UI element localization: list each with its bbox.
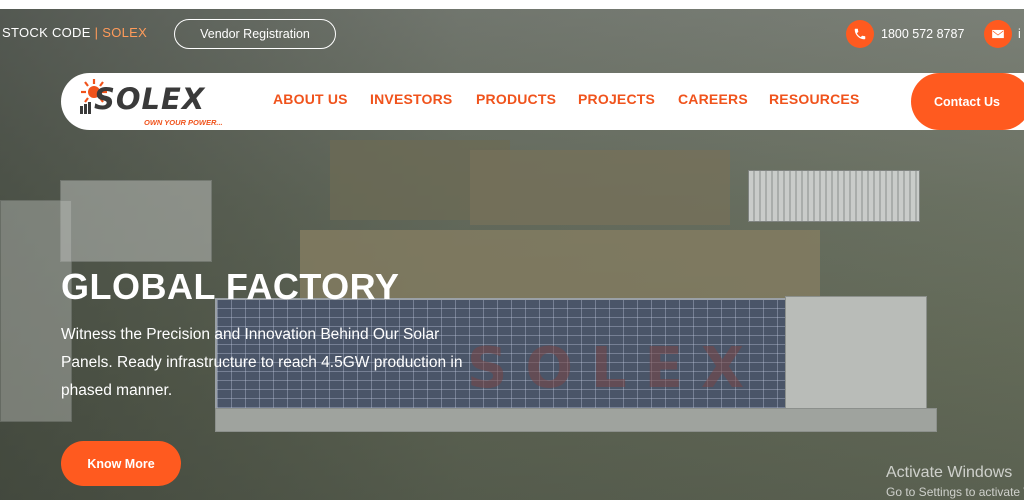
phone-icon[interactable] (846, 20, 874, 48)
top-strip (0, 0, 1024, 9)
nav-investors[interactable]: INVESTORS (370, 91, 452, 107)
building (60, 180, 212, 262)
solex-logo[interactable]: SOLEX OWN YOUR POWER... (78, 76, 238, 128)
vendor-registration-button[interactable]: Vendor Registration (174, 19, 336, 49)
nav-careers[interactable]: CAREERS (678, 91, 748, 107)
contact-us-button[interactable]: Contact Us (911, 73, 1024, 130)
building (785, 296, 927, 418)
nav-resources[interactable]: RESOURCES (769, 91, 859, 107)
know-more-button[interactable]: Know More (61, 441, 181, 486)
activate-windows-title: Activate Windows (886, 464, 1013, 481)
nav-products[interactable]: PRODUCTS (476, 91, 556, 107)
logo-tagline: OWN YOUR POWER... (144, 118, 223, 127)
field-area (470, 150, 730, 225)
phone-number[interactable]: 1800 572 8787 (881, 27, 964, 41)
nav-projects[interactable]: PROJECTS (578, 91, 655, 107)
activate-windows-subtitle: Go to Settings to activate Windows. (886, 485, 1024, 499)
building-facade (215, 408, 937, 432)
hero-title: GLOBAL FACTORY (61, 266, 400, 307)
hero-description: Witness the Precision and Innovation Beh… (61, 326, 463, 399)
email-link[interactable]: i (1018, 27, 1021, 41)
warehouse (748, 170, 920, 222)
stock-code: STOCK CODE | SOLEX (2, 25, 148, 40)
envelope-icon[interactable] (984, 20, 1012, 48)
roof-watermark: SOLEX (467, 336, 763, 401)
logo-brand: SOLEX (94, 82, 206, 116)
nav-about-us[interactable]: ABOUT US (273, 91, 348, 107)
